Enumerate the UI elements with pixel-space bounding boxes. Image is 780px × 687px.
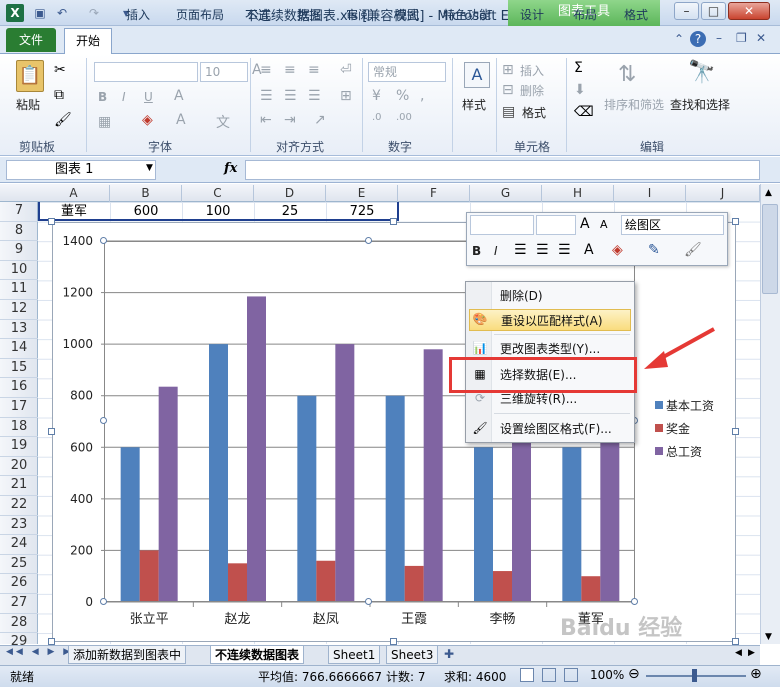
status-ready: 就绪: [10, 670, 35, 684]
x-tick-label: 王霞: [401, 612, 427, 627]
mini-format-painter-icon[interactable]: 🖌: [684, 242, 702, 258]
sheet-tab-sheet3[interactable]: Sheet3: [386, 646, 439, 664]
mini-align-left-icon[interactable]: ☰: [514, 242, 527, 258]
x-tick-label: 李畅: [489, 612, 515, 627]
zoom-in-icon[interactable]: ⊕: [750, 666, 762, 682]
mini-fill-icon[interactable]: ◈: [612, 242, 623, 258]
menu-separator: [494, 413, 630, 414]
highlight-box: [449, 357, 637, 393]
reset-style-icon: 🎨: [472, 312, 488, 326]
zoom-out-icon[interactable]: ⊖: [628, 666, 640, 682]
y-tick-label: 800: [70, 389, 93, 403]
mini-element-combo[interactable]: 绘图区: [621, 215, 724, 235]
resize-handle[interactable]: [365, 598, 372, 605]
annotation-arrow: [644, 327, 715, 369]
chart-resize-handle[interactable]: [732, 638, 739, 645]
status-sum: 求和: 4600: [444, 670, 507, 684]
mini-size-combo[interactable]: [536, 215, 576, 235]
x-tick-label: 赵龙: [224, 612, 250, 627]
chart-resize-handle[interactable]: [390, 218, 397, 225]
legend-label: 总工资: [666, 445, 702, 459]
x-tick-label: 赵凤: [313, 612, 339, 627]
legend-label: 基本工资: [666, 399, 714, 413]
y-tick-label: 0: [85, 595, 93, 609]
y-tick-label: 400: [70, 492, 93, 506]
mini-italic-button[interactable]: I: [494, 244, 498, 258]
page-layout-view-icon[interactable]: [542, 668, 556, 682]
y-tick-label: 1000: [62, 337, 93, 351]
sheet-tab-sheet1[interactable]: Sheet1: [328, 646, 381, 664]
scroll-up-icon[interactable]: ▲: [765, 188, 772, 198]
chart-resize-handle[interactable]: [732, 428, 739, 435]
chart-resize-handle[interactable]: [48, 218, 55, 225]
page-break-view-icon[interactable]: [564, 668, 578, 682]
mini-bold-button[interactable]: B: [472, 244, 481, 258]
y-tick-label: 1200: [62, 286, 93, 300]
chart-resize-handle[interactable]: [732, 218, 739, 225]
normal-view-icon[interactable]: [520, 668, 534, 682]
menu-separator: [494, 334, 630, 335]
sheet-tab-add-data[interactable]: 添加新数据到图表中: [68, 646, 187, 664]
mini-font-color-icon[interactable]: A: [584, 242, 594, 258]
menu-item-reset-style[interactable]: 重设以匹配样式(A): [469, 309, 631, 331]
legend-swatch: [655, 401, 663, 409]
new-sheet-icon[interactable]: ✚: [444, 647, 454, 661]
status-average: 平均值: 766.6666667: [258, 670, 383, 684]
resize-handle[interactable]: [365, 237, 372, 244]
menu-item-delete[interactable]: 删除(D): [469, 285, 631, 307]
menu-item-format-plot-area[interactable]: 设置绘图区格式(F)...: [469, 418, 631, 440]
mini-grow-font-icon[interactable]: A: [580, 216, 590, 232]
y-tick-label: 1400: [62, 234, 93, 248]
resize-handle[interactable]: [100, 237, 107, 244]
x-tick-label: 张立平: [130, 612, 169, 627]
zoom-level[interactable]: 100%: [590, 668, 624, 682]
status-count: 计数: 7: [386, 670, 426, 684]
watermark: Baidu 经验: [560, 616, 683, 641]
legend-label: 奖金: [666, 421, 690, 436]
mini-shrink-font-icon[interactable]: A: [600, 218, 608, 231]
mini-outline-icon[interactable]: ✎: [648, 242, 660, 258]
mini-align-right-icon[interactable]: ☰: [558, 242, 571, 258]
chart-type-icon: 📊: [472, 341, 488, 355]
mini-font-combo[interactable]: [470, 215, 534, 235]
chart-resize-handle[interactable]: [390, 638, 397, 645]
legend-swatch: [655, 424, 663, 432]
y-tick-label: 600: [70, 440, 93, 454]
scroll-thumb[interactable]: [762, 204, 778, 294]
hscroll-right-icon[interactable]: ▶: [748, 648, 755, 658]
legend-swatch: [655, 447, 663, 455]
resize-handle[interactable]: [100, 417, 107, 424]
format-plot-icon: 🖌: [472, 421, 488, 435]
y-tick-label: 200: [70, 543, 93, 557]
scroll-down-icon[interactable]: ▼: [765, 632, 772, 642]
chart-resize-handle[interactable]: [48, 428, 55, 435]
zoom-slider-thumb[interactable]: [692, 669, 697, 682]
resize-handle[interactable]: [631, 598, 638, 605]
resize-handle[interactable]: [100, 598, 107, 605]
mini-align-center-icon[interactable]: ☰: [536, 242, 549, 258]
rotation-icon: ⟳: [474, 391, 486, 405]
chart-resize-handle[interactable]: [48, 638, 55, 645]
hscroll-left-icon[interactable]: ◀: [735, 648, 742, 658]
sheet-tab-discontinuous[interactable]: 不连续数据图表: [210, 646, 305, 664]
